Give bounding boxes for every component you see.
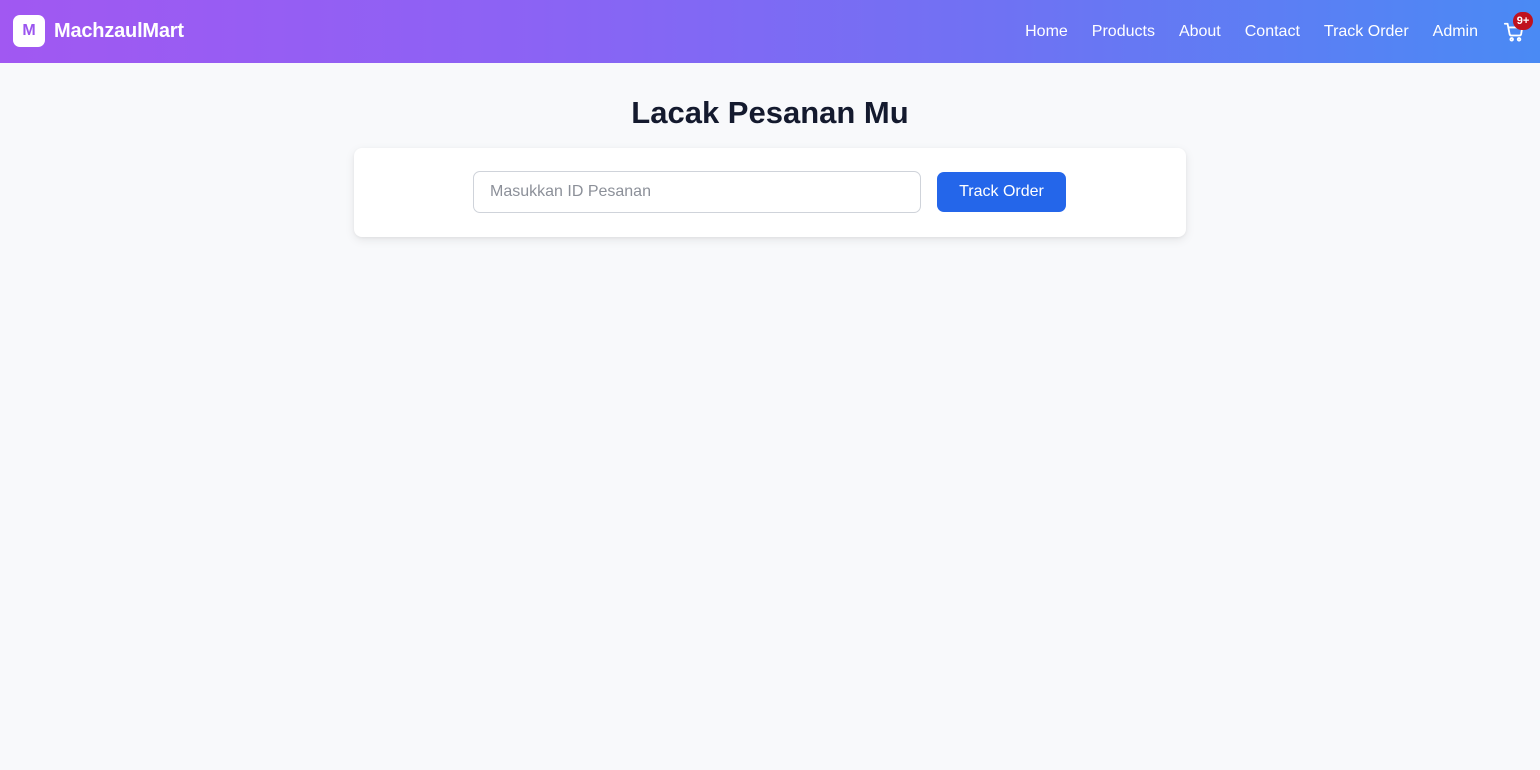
brand-name[interactable]: MachzaulMart [54, 20, 184, 43]
nav-link-track-order[interactable]: Track Order [1324, 23, 1409, 41]
brand[interactable]: M MachzaulMart [13, 15, 184, 47]
cart-count-badge: 9+ [1513, 12, 1533, 30]
top-navbar: M MachzaulMart Home Products About Conta… [0, 0, 1540, 63]
nav-links: Home Products About Contact Track Order … [1001, 0, 1478, 63]
order-id-input[interactable] [473, 171, 921, 213]
track-order-card: Track Order [354, 148, 1186, 237]
nav-link-admin[interactable]: Admin [1433, 23, 1478, 41]
nav-link-products[interactable]: Products [1092, 23, 1155, 41]
nav-link-home[interactable]: Home [1025, 23, 1068, 41]
nav-link-about[interactable]: About [1179, 23, 1221, 41]
track-order-button[interactable]: Track Order [937, 172, 1066, 212]
brand-logo[interactable]: M [13, 15, 45, 47]
nav-link-contact[interactable]: Contact [1245, 23, 1300, 41]
page-title: Lacak Pesanan Mu [631, 95, 909, 130]
